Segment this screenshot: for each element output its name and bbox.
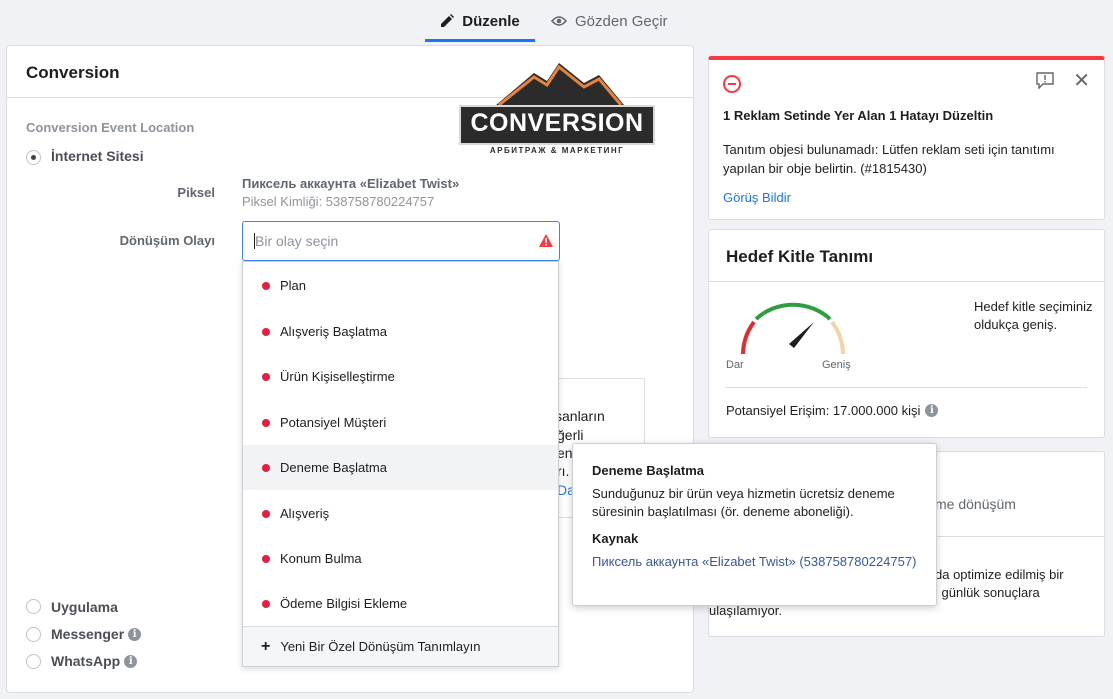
- info-icon[interactable]: i: [128, 627, 142, 641]
- conversion-title: Conversion: [26, 63, 120, 82]
- info-icon[interactable]: i: [124, 654, 138, 668]
- tab-edit[interactable]: Düzenle: [425, 0, 535, 42]
- event-location-label: Conversion Event Location: [26, 120, 195, 135]
- audience-title: Hedef Kitle Tanımı: [726, 247, 874, 266]
- status-dot: [262, 372, 270, 381]
- pixel-name: Пиксель аккаунта «Elizabet Twist»: [242, 176, 460, 191]
- mountain-logo-icon: [489, 63, 629, 111]
- status-dot: [262, 281, 270, 290]
- plus-icon: +: [261, 637, 271, 655]
- feedback-link[interactable]: Görüş Bildir: [723, 190, 791, 205]
- dropdown-item[interactable]: Ödeme Bilgisi Ekleme: [243, 581, 558, 626]
- status-dot: [262, 327, 270, 336]
- dropdown-item-hovered[interactable]: Deneme Başlatma: [243, 445, 558, 490]
- error-body: Tanıtım objesi bulunamadı: Lütfen reklam…: [723, 142, 1055, 176]
- dropdown-item-label: Ürün Kişiselleştirme: [280, 369, 395, 384]
- logo-box: CONVERSION: [459, 105, 655, 145]
- dropdown-item-label: Potansiyel Müşteri: [280, 415, 387, 430]
- status-dot: [262, 463, 270, 472]
- create-custom-conversion-button[interactable]: + Yeni Bir Özel Dönüşüm Tanımlayın: [243, 626, 558, 666]
- tooltip-source-link[interactable]: Пиксель аккаунта «Elizabet Twist» (53875…: [592, 553, 922, 571]
- radio-website[interactable]: [26, 150, 41, 165]
- tooltip-source-label: Kaynak: [592, 531, 639, 546]
- dropdown-item[interactable]: Alışveriş Başlatma: [243, 309, 558, 354]
- conversion-logo: CONVERSION АРБИТРАЖ & МАРКЕТИНГ: [459, 61, 655, 155]
- estimate-text: da optimize edilmiş bir: [935, 567, 1064, 582]
- dropdown-item-label: Plan: [280, 278, 307, 293]
- radio-app-text: Uygulama: [51, 599, 118, 615]
- pencil-icon: [441, 14, 455, 27]
- dropdown-item[interactable]: Ürün Kişiselleştirme: [243, 354, 558, 399]
- event-label: Dönüşüm Olayı: [119, 233, 215, 248]
- pixel-id: Piksel Kimliği: 538758780224757: [242, 194, 435, 209]
- estimate-text: me dönüşüm: [935, 496, 1016, 512]
- radio-app-label[interactable]: Uygulama: [51, 599, 118, 615]
- create-custom-conversion-label: Yeni Bir Özel Dönüşüm Tanımlayın: [280, 639, 481, 654]
- audience-description: Hedef kitle seçiminiz oldukça geniş.: [974, 299, 1093, 332]
- divider: [726, 387, 1087, 388]
- radio-messenger-text: Messenger: [51, 626, 125, 642]
- status-dot: [262, 418, 270, 427]
- event-tooltip: Deneme Başlatma Sunduğunuz bir ürün veya…: [572, 443, 937, 606]
- potential-reach-text: Potansiyel Erişim: 17.000.000 kişi: [726, 403, 921, 418]
- dropdown-item-label: Ödeme Bilgisi Ekleme: [280, 596, 408, 611]
- dropdown-item-label: Konum Bulma: [280, 551, 362, 566]
- dropdown-item-label: Deneme Başlatma: [280, 460, 387, 475]
- tab-review-label: Gözden Geçir: [575, 12, 668, 30]
- tooltip-description: Sunduğunuz bir ürün veya hizmetin ücrets…: [592, 486, 895, 519]
- bg-fragment: sanların: [555, 408, 605, 424]
- warning-icon: [539, 234, 553, 247]
- gauge-min-label: Dar: [726, 359, 744, 371]
- top-tabs: Düzenle Gözden Geçir: [0, 0, 1113, 42]
- status-dot: [262, 509, 270, 518]
- tab-review[interactable]: Gözden Geçir: [551, 0, 668, 42]
- tooltip-title: Deneme Başlatma: [592, 463, 704, 478]
- logo-text: CONVERSION: [470, 109, 644, 137]
- eye-icon: [551, 16, 567, 26]
- status-dot: [262, 554, 270, 563]
- radio-app[interactable]: [26, 599, 41, 614]
- close-icon[interactable]: ✕: [1073, 71, 1090, 91]
- event-dropdown: Plan Alışveriş Başlatma Ürün Kişiselleşt…: [242, 261, 559, 667]
- status-dot: [262, 599, 270, 608]
- event-select[interactable]: [242, 221, 560, 261]
- radio-messenger[interactable]: [26, 627, 41, 642]
- logo-subtitle: АРБИТРАЖ & МАРКЕТИНГ: [489, 146, 625, 155]
- dropdown-item[interactable]: Alışveriş: [243, 491, 558, 536]
- error-icon: [723, 75, 741, 93]
- radio-whatsapp-label[interactable]: WhatsApp i: [51, 653, 138, 669]
- event-input[interactable]: [255, 222, 525, 260]
- dropdown-item[interactable]: Potansiyel Müşteri: [243, 400, 558, 445]
- dropdown-item-label: Alışveriş: [280, 506, 330, 521]
- radio-messenger-label[interactable]: Messenger i: [51, 626, 142, 642]
- divider: [709, 281, 1104, 282]
- bg-fragment: ğerli: [557, 427, 584, 443]
- gauge-max-label: Geniş: [822, 359, 851, 371]
- feedback-icon[interactable]: [1036, 72, 1054, 89]
- dropdown-item[interactable]: Plan: [243, 263, 558, 308]
- estimate-text: i günlük sonuçlara: [935, 585, 1040, 600]
- radio-website-text: İnternet Sitesi: [51, 148, 144, 164]
- error-card: ✕ 1 Reklam Setinde Yer Alan 1 Hatayı Düz…: [708, 56, 1105, 220]
- pixel-label: Piksel: [177, 185, 215, 200]
- radio-whatsapp-text: WhatsApp: [51, 653, 121, 669]
- audience-card: Hedef Kitle Tanımı Dar Geniş Hedef kitle…: [708, 229, 1105, 438]
- bg-fragment: en: [557, 445, 573, 461]
- tab-edit-label: Düzenle: [462, 12, 520, 30]
- potential-reach: Potansiyel Erişim: 17.000.000 kişi i: [726, 403, 939, 418]
- radio-website-label[interactable]: İnternet Sitesi: [51, 148, 144, 164]
- dropdown-item[interactable]: Konum Bulma: [243, 536, 558, 581]
- info-icon[interactable]: i: [925, 404, 939, 417]
- error-title: 1 Reklam Setinde Yer Alan 1 Hatayı Düzel…: [723, 108, 994, 123]
- radio-whatsapp[interactable]: [26, 654, 41, 669]
- dropdown-item-label: Alışveriş Başlatma: [280, 324, 387, 339]
